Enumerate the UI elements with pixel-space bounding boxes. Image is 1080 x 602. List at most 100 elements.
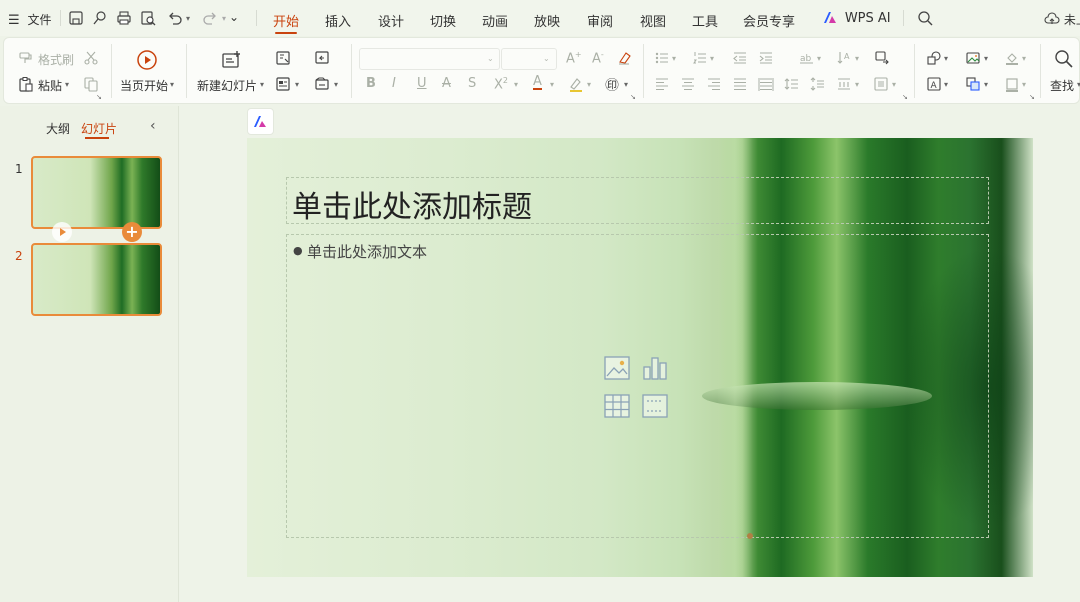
tab-transitions[interactable]: 切换 xyxy=(430,11,456,30)
cut-icon[interactable] xyxy=(83,50,99,66)
resize-handle[interactable] xyxy=(747,533,753,539)
play-icon[interactable] xyxy=(136,49,158,71)
ai-assistant-button[interactable] xyxy=(247,108,274,135)
sync-status[interactable]: 未上 xyxy=(1044,11,1080,28)
outline-dropdown-icon[interactable]: ▾ xyxy=(1022,80,1026,89)
outline-icon[interactable] xyxy=(1004,76,1020,92)
tab-slides[interactable]: 幻灯片 xyxy=(81,120,117,137)
slide-canvas[interactable]: 单击此处添加标题 ● 单击此处添加文本 xyxy=(247,138,1033,577)
textbox-icon[interactable]: A xyxy=(926,76,942,92)
paragraph-spacing-icon[interactable] xyxy=(810,76,826,92)
body-placeholder[interactable]: ● 单击此处添加文本 xyxy=(286,234,989,538)
tab-animations[interactable]: 动画 xyxy=(482,11,508,30)
bullets-dropdown-icon[interactable]: ▾ xyxy=(672,54,676,63)
paste-label[interactable]: 粘贴 xyxy=(38,77,62,94)
text-align-icon[interactable] xyxy=(873,76,889,92)
redo-dropdown-icon[interactable]: ▾ xyxy=(222,14,226,23)
picture-icon[interactable] xyxy=(965,50,981,66)
paragraph-launcher-icon[interactable]: ↘ xyxy=(902,93,908,101)
sort-icon[interactable]: A xyxy=(836,50,852,66)
arrange-dropdown-icon[interactable]: ▾ xyxy=(984,80,988,89)
insert-table-icon[interactable] xyxy=(603,392,631,420)
shapes-dropdown-icon[interactable]: ▾ xyxy=(944,54,948,63)
tab-design[interactable]: 设计 xyxy=(378,11,404,30)
search-icon[interactable] xyxy=(916,9,934,27)
italic-icon[interactable]: I xyxy=(392,76,396,91)
new-slide-dropdown-icon[interactable]: ▾ xyxy=(260,80,264,89)
align-center-icon[interactable] xyxy=(680,76,696,92)
save-icon[interactable] xyxy=(67,9,85,27)
phonetic-guide-icon[interactable]: ㊞ xyxy=(605,75,619,95)
text-spacing-dropdown-icon[interactable]: ▾ xyxy=(817,54,821,63)
tab-review[interactable]: 审阅 xyxy=(587,11,613,30)
decrease-indent-icon[interactable] xyxy=(732,50,748,66)
line-spacing-icon[interactable] xyxy=(784,76,800,92)
font-color-icon[interactable]: A xyxy=(533,75,542,90)
share-icon[interactable] xyxy=(91,9,109,27)
text-direction-icon[interactable] xyxy=(836,76,852,92)
clipboard-launcher-icon[interactable]: ↘ xyxy=(96,93,102,101)
textbox-dropdown-icon[interactable]: ▾ xyxy=(944,80,948,89)
font-size-input[interactable]: ⌄ xyxy=(501,48,557,70)
sort-dropdown-icon[interactable]: ▾ xyxy=(855,54,859,63)
text-direction-dropdown-icon[interactable]: ▾ xyxy=(855,80,859,89)
picture-dropdown-icon[interactable]: ▾ xyxy=(984,54,988,63)
play-dropdown-icon[interactable]: ▾ xyxy=(170,80,174,89)
slide-thumbnail-2[interactable] xyxy=(31,243,162,316)
collapse-panel-icon[interactable]: ‹ xyxy=(150,118,156,134)
drawing-launcher-icon[interactable]: ↘ xyxy=(1029,93,1035,101)
font-size-dropdown-icon[interactable]: ⌄ xyxy=(543,54,550,63)
convert-smartart-icon[interactable] xyxy=(874,50,890,66)
section-dropdown-icon[interactable]: ▾ xyxy=(334,80,338,89)
shadow-text-icon[interactable]: S xyxy=(468,76,476,91)
slide-layout-dropdown-icon[interactable]: ▾ xyxy=(295,80,299,89)
insert-media-icon[interactable] xyxy=(641,392,669,420)
align-right-icon[interactable] xyxy=(706,76,722,92)
slide-layout-icon[interactable] xyxy=(275,76,291,92)
align-left-icon[interactable] xyxy=(654,76,670,92)
numbering-icon[interactable] xyxy=(692,50,708,66)
underline-icon[interactable]: U xyxy=(417,76,427,91)
increase-indent-icon[interactable] xyxy=(758,50,774,66)
tab-slideshow[interactable]: 放映 xyxy=(534,11,560,30)
superscript-dropdown-icon[interactable]: ▾ xyxy=(514,80,518,89)
format-painter-label[interactable]: 格式刷 xyxy=(38,51,74,68)
paste-dropdown-icon[interactable]: ▾ xyxy=(65,80,69,89)
find-label[interactable]: 查找 xyxy=(1050,77,1074,94)
clear-format-icon[interactable] xyxy=(616,50,632,66)
font-launcher-icon[interactable]: ↘ xyxy=(630,93,636,101)
file-menu[interactable]: ☰ 文件 xyxy=(8,11,52,28)
play-current-label[interactable]: 当页开始 xyxy=(120,77,168,94)
play-slide-button[interactable] xyxy=(52,222,72,242)
reset-slide-icon[interactable] xyxy=(314,50,330,66)
shapes-icon[interactable] xyxy=(926,50,942,66)
more-quick-access-icon[interactable]: ⌄ xyxy=(229,10,239,24)
phonetic-dropdown-icon[interactable]: ▾ xyxy=(624,80,628,89)
font-color-dropdown-icon[interactable]: ▾ xyxy=(550,80,554,89)
find-icon[interactable] xyxy=(1054,49,1074,69)
tab-insert[interactable]: 插入 xyxy=(325,11,351,30)
add-slide-button[interactable]: + xyxy=(122,222,142,242)
tab-member[interactable]: 会员专享 xyxy=(743,11,795,30)
highlight-icon[interactable] xyxy=(568,76,584,92)
copy-icon[interactable] xyxy=(83,76,99,92)
format-painter-icon[interactable] xyxy=(18,50,34,66)
insert-chart-icon[interactable] xyxy=(641,354,669,382)
print-preview-icon[interactable] xyxy=(139,9,157,27)
numbering-dropdown-icon[interactable]: ▾ xyxy=(710,54,714,63)
line-spacing-text-icon[interactable]: ab xyxy=(799,50,815,66)
new-slide-label[interactable]: 新建幻灯片 xyxy=(197,77,257,94)
justify-icon[interactable] xyxy=(732,76,748,92)
paste-icon[interactable] xyxy=(18,76,34,92)
section-icon[interactable] xyxy=(314,76,330,92)
font-family-dropdown-icon[interactable]: ⌄ xyxy=(487,54,494,63)
arrange-icon[interactable] xyxy=(965,76,981,92)
text-align-dropdown-icon[interactable]: ▾ xyxy=(892,80,896,89)
insert-picture-icon[interactable] xyxy=(603,354,631,382)
bold-icon[interactable]: B xyxy=(366,76,376,91)
fill-dropdown-icon[interactable]: ▾ xyxy=(1022,54,1026,63)
redo-icon[interactable] xyxy=(201,9,219,27)
tab-tools[interactable]: 工具 xyxy=(692,11,718,30)
fill-icon[interactable] xyxy=(1004,50,1020,66)
new-slide-icon[interactable] xyxy=(220,49,242,71)
